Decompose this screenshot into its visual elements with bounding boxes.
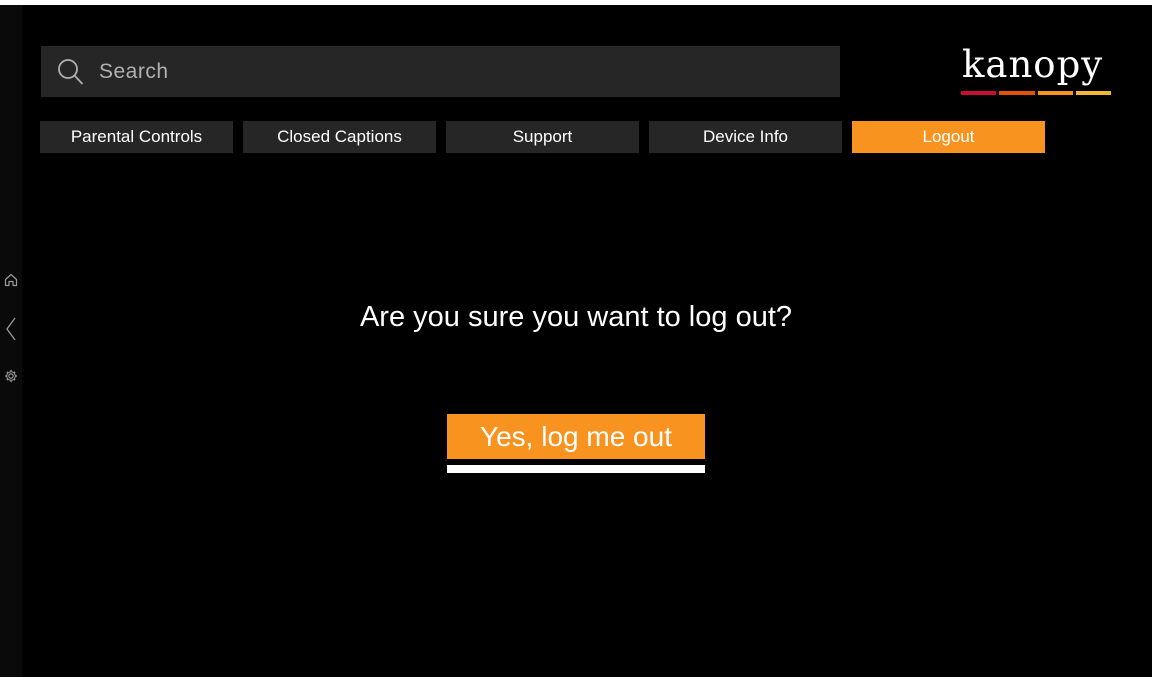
search-icon bbox=[55, 57, 85, 87]
settings-tabs: Parental Controls Closed Captions Suppor… bbox=[40, 121, 1055, 153]
logo-wordmark: kanopy bbox=[962, 43, 1104, 86]
tab-logout[interactable]: Logout bbox=[852, 121, 1045, 153]
search-bar[interactable]: Search bbox=[41, 46, 840, 97]
kanopy-logo: kanopy bbox=[958, 43, 1114, 99]
tab-parental-controls[interactable]: Parental Controls bbox=[40, 121, 233, 153]
home-icon[interactable] bbox=[2, 271, 20, 289]
confirm-logout-button[interactable]: Yes, log me out bbox=[447, 414, 705, 459]
side-nav-rail bbox=[0, 5, 22, 677]
logo-stripes bbox=[961, 91, 1111, 95]
app-screen: Search kanopy Parental Controls Closed C… bbox=[0, 5, 1152, 677]
tab-support[interactable]: Support bbox=[446, 121, 639, 153]
search-input[interactable]: Search bbox=[99, 60, 169, 84]
focus-indicator bbox=[447, 465, 705, 473]
tab-device-info[interactable]: Device Info bbox=[649, 121, 842, 153]
logout-confirmation-question: Are you sure you want to log out? bbox=[359, 301, 793, 333]
tab-closed-captions[interactable]: Closed Captions bbox=[243, 121, 436, 153]
settings-gear-icon[interactable] bbox=[2, 367, 20, 385]
